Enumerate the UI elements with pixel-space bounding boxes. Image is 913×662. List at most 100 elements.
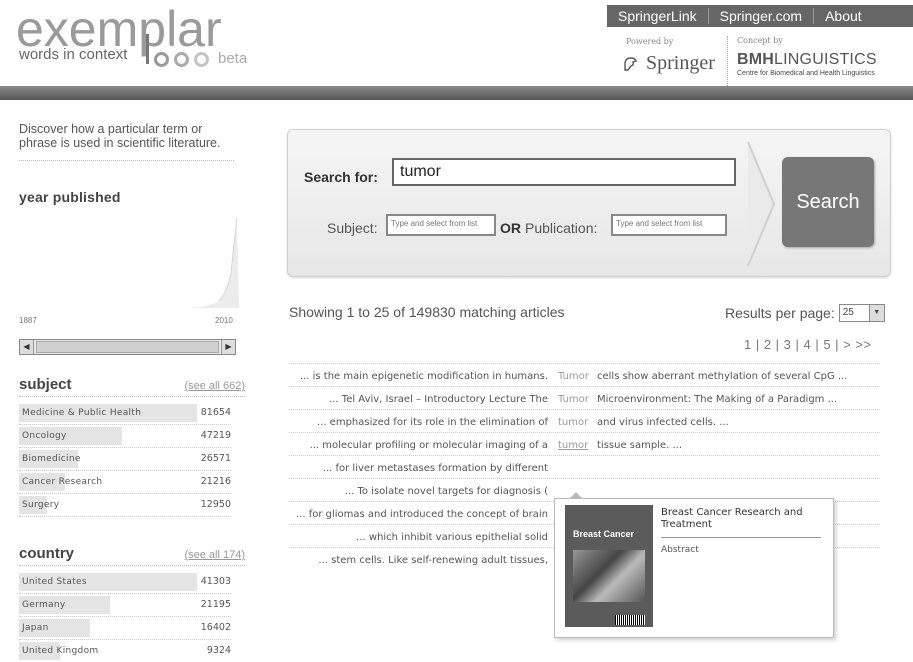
or-label: OR [500, 220, 521, 236]
subject-see-all-link[interactable]: (see all 662) [184, 380, 245, 392]
country-facet-row[interactable]: Germany 21195 [19, 594, 231, 617]
slider-thumb[interactable] [36, 341, 219, 353]
cover-title: Breast Cancer [573, 529, 635, 539]
sidebar: Discover how a particular term or phrase… [19, 122, 245, 309]
slider-right-arrow-icon[interactable]: ▶ [221, 340, 235, 354]
slider-left-arrow-icon[interactable]: ◀ [20, 340, 34, 354]
year-start: 1887 [19, 316, 37, 325]
subject-facet-label: Cancer Research [22, 477, 103, 487]
popup-abstract-link[interactable]: Abstract [661, 545, 699, 555]
country-facet-row[interactable]: United States 41303 [19, 571, 231, 594]
search-button[interactable]: Search [782, 157, 874, 247]
results-per-page-value: 25 [842, 307, 854, 318]
country-facet-count: 41303 [200, 576, 231, 587]
cover-picture [573, 550, 645, 602]
subject-facet-row[interactable]: Surgery 12950 [19, 494, 231, 517]
nav-about[interactable]: About [814, 8, 873, 24]
result-left-context: ... stem cells. Like self-renewing adult… [318, 555, 548, 566]
country-facet-row[interactable]: Japan 16402 [19, 617, 231, 640]
dropdown-arrow-icon[interactable]: ▼ [868, 305, 884, 321]
result-row[interactable]: ... emphasized for its role in the elimi… [289, 409, 880, 432]
journal-cover-image[interactable]: Breast Cancer [565, 505, 653, 627]
header: exemplar words in context beta SpringerL… [0, 0, 913, 100]
logo-circles-icon [154, 52, 209, 67]
result-left-context: ... Tel Aviv, Israel – Introductory Lect… [329, 394, 548, 405]
beta-label: beta [218, 50, 248, 67]
result-row[interactable]: ... Tel Aviv, Israel – Introductory Lect… [289, 386, 880, 409]
nav-springerlink[interactable]: SpringerLink [607, 8, 709, 24]
subject-facet-count: 12950 [200, 499, 231, 510]
logo-divider [146, 34, 149, 64]
result-left-context: ... emphasized for its role in the elimi… [316, 417, 548, 428]
result-row[interactable]: ... is the main epigenetic modification … [289, 363, 880, 386]
bmh-bold: BMH [737, 51, 775, 68]
results-count: Showing 1 to 25 of 149830 matching artic… [289, 304, 565, 320]
subject-facet-row[interactable]: Cancer Research 21216 [19, 471, 231, 494]
nav-springer-com[interactable]: Springer.com [709, 8, 815, 24]
country-title: country [19, 545, 75, 562]
subject-facet-row[interactable]: Oncology 47219 [19, 425, 231, 448]
results-per-page-select[interactable]: 25 ▼ [838, 304, 885, 322]
country-facet-count: 9324 [206, 645, 231, 656]
search-panel: Search for: Subject: Type and select fro… [287, 129, 891, 277]
popup-journal-title[interactable]: Breast Cancer Research and Treatment [661, 507, 826, 531]
bmh-subtitle: Centre for Biomedical and Health Linguis… [737, 70, 875, 77]
country-facet-label: United States [22, 577, 87, 587]
result-row[interactable]: ... molecular profiling or molecular ima… [289, 432, 880, 455]
concept-by-label: Concept by [737, 36, 783, 45]
search-input[interactable] [392, 158, 736, 186]
search-for-label: Search for: [304, 169, 378, 185]
country-facet-label: Germany [22, 600, 66, 610]
results-per-page: Results per page: 25 ▼ [725, 304, 885, 322]
result-search-term[interactable]: Tumor [558, 394, 589, 405]
subject-facet-row[interactable]: Medicine & Public Health 81654 [19, 402, 231, 425]
year-histogram [19, 213, 245, 309]
subject-facet-count: 26571 [200, 453, 231, 464]
result-right-context: tissue sample. ... [597, 440, 683, 451]
publication-label: Publication: [525, 220, 598, 236]
year-range-slider[interactable]: ◀ ▶ [19, 339, 236, 355]
country-facet-header: country (see all 174) [19, 545, 245, 566]
result-left-context: ... for liver metastases formation by di… [322, 463, 548, 474]
country-facet-count: 16402 [200, 622, 231, 633]
result-left-context: ... To isolate novel targets for diagnos… [344, 486, 548, 497]
publication-popup: Breast Cancer Breast Cancer Research and… [554, 492, 834, 638]
subject-facet-list: Medicine & Public Health 81654 Oncology 472… [19, 402, 231, 517]
subject-facet-label: Medicine & Public Health [22, 408, 142, 418]
subject-facet-row[interactable]: Biomedicine 26571 [19, 448, 231, 471]
bmh-rest: LINGUISTICS [774, 51, 877, 68]
springer-wordmark: Springer [646, 52, 715, 74]
springer-horse-icon [624, 56, 637, 71]
pagination[interactable]: 1 | 2 | 3 | 4 | 5 | > >> [744, 337, 872, 352]
subject-facet-count: 21216 [200, 476, 231, 487]
subject-label: Subject: [327, 220, 378, 236]
country-see-all-link[interactable]: (see all 174) [184, 549, 245, 561]
publication-input[interactable]: Type and select from list [611, 214, 727, 236]
result-search-term[interactable]: Tumor [558, 371, 589, 382]
result-left-context: ... for gliomas and introduced the conce… [296, 509, 548, 520]
result-right-context: Microenvironment: The Making of a Paradi… [597, 394, 838, 405]
country-facet-list: United States 41303 Germany 21195 Japan 16402… [19, 571, 231, 662]
result-search-term[interactable]: tumor [558, 440, 588, 451]
country-facet-label: Japan [22, 623, 49, 633]
year-end: 2010 [215, 316, 233, 325]
bmh-logo[interactable]: BMHLINGUISTICS [737, 51, 877, 69]
header-band [0, 86, 913, 100]
year-published-title: year published [19, 189, 121, 205]
result-left-context: ... which inhibit various epithelial sol… [356, 532, 548, 543]
springer-logo[interactable]: Springer [622, 52, 715, 75]
country-facet-count: 21195 [200, 599, 231, 610]
popup-divider [661, 537, 821, 538]
result-right-context: cells show aberrant methylation of sever… [597, 371, 848, 382]
country-facet-row[interactable]: United Kingdom 9324 [19, 640, 231, 662]
subject-facet-count: 47219 [200, 430, 231, 441]
barcode-icon [615, 615, 645, 625]
result-row[interactable]: ... for liver metastases formation by di… [289, 455, 880, 478]
result-search-term[interactable]: tumor [558, 417, 588, 428]
year-histogram-curve [19, 217, 239, 308]
top-nav: SpringerLink Springer.com About [607, 5, 913, 27]
subject-facet-count: 81654 [200, 407, 231, 418]
header-separator [727, 36, 728, 86]
chevron-right-icon [747, 141, 776, 267]
subject-input[interactable]: Type and select from list [386, 214, 496, 236]
